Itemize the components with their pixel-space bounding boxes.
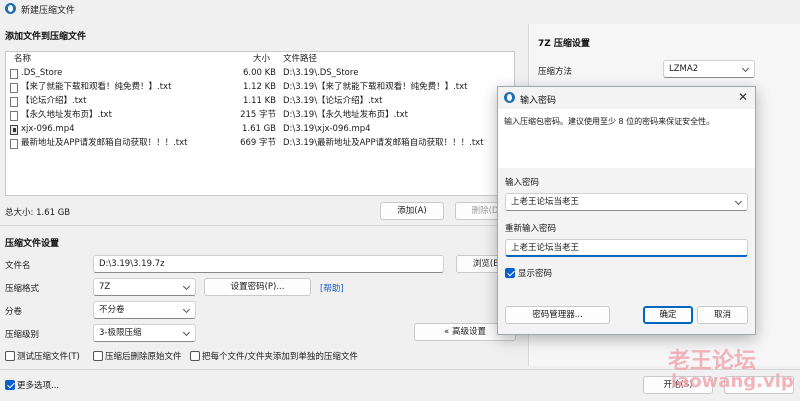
test-archive-checkbox[interactable] (5, 351, 15, 361)
file-icon (10, 139, 18, 149)
file-icon (10, 111, 18, 121)
more-options-checkbox[interactable] (5, 380, 15, 390)
password-dialog: 输入密码 ✕ 输入压缩包密码。建议使用至少 8 位的密码来保证安全性。 输入密码… (497, 86, 756, 335)
file-path: D:\3.19\【来了就能下载和观看！纯免费！】.txt (283, 82, 468, 92)
table-row[interactable]: 【来了就能下载和观看！纯免费！】.txt 1.12 KB D:\3.19\【来了… (6, 81, 514, 94)
file-size: 1.12 KB (242, 82, 276, 92)
password-label: 输入密码 (505, 178, 540, 188)
separate-archives-label: 把每个文件/文件夹添加到单独的压缩文件 (202, 352, 358, 362)
add-button[interactable]: 添加(A) (380, 202, 444, 220)
table-row[interactable]: 【永久地址发布页】.txt 215 字节 D:\3.19\【永久地址发布页】.t… (6, 109, 514, 122)
format-label: 压缩格式 (5, 284, 40, 294)
delete-after-checkbox[interactable] (93, 351, 103, 361)
video-file-icon (10, 125, 18, 135)
file-name: xjx-096.mp4 (21, 124, 75, 134)
app-logo-icon (5, 3, 16, 14)
level-label: 压缩级别 (5, 330, 40, 340)
split-label: 分卷 (5, 307, 23, 317)
files-section-title: 添加文件到压缩文件 (5, 32, 87, 42)
password-manager-button[interactable]: 密码管理器... (505, 306, 610, 324)
window-title: 新建压缩文件 (21, 6, 76, 16)
column-header-path[interactable]: 文件路径 (283, 52, 317, 66)
file-size: 6.00 KB (242, 68, 276, 78)
file-name: 【永久地址发布页】.txt (21, 110, 112, 120)
start-button[interactable]: 开始(S) (643, 376, 713, 394)
show-password-label: 显示密码 (518, 269, 553, 279)
method-select[interactable]: LZMA2 (663, 60, 755, 78)
set-password-button[interactable]: 设置密码(P)... (204, 278, 311, 296)
right-panel-title: 7Z 压缩设置 (538, 39, 590, 49)
file-size: 1.61 GB (241, 124, 276, 134)
total-size: 总大小: 1.61 GB (5, 208, 71, 218)
filename-label: 文件名 (5, 261, 31, 271)
password-input[interactable]: 上老王论坛当老王 (505, 193, 748, 211)
method-label: 压缩方法 (538, 67, 573, 77)
dialog-hint-band: 输入压缩包密码。建议使用至少 8 位的密码来保证安全性。 (498, 109, 755, 168)
file-path: D:\3.19\【永久地址发布页】.txt (283, 110, 408, 120)
table-row[interactable]: 最新地址及APP请发邮箱自动获取！！！.txt 669 字节 D:\3.19\最… (6, 137, 514, 150)
file-name: 最新地址及APP请发邮箱自动获取！！！.txt (21, 138, 188, 148)
file-path: D:\3.19\【论坛介绍】.txt (283, 96, 383, 106)
close-icon[interactable]: ✕ (738, 90, 748, 104)
test-archive-label: 测试压缩文件(T) (17, 352, 80, 362)
dialog-title: 输入密码 (520, 96, 557, 106)
file-name: 【论坛介绍】.txt (21, 96, 87, 106)
dialog-hint: 输入压缩包密码。建议使用至少 8 位的密码来保证安全性。 (504, 117, 715, 126)
file-size: 1.11 KB (242, 96, 276, 106)
file-path: D:\3.19\.DS_Store (283, 68, 359, 78)
cancel-main-button[interactable] (724, 376, 794, 394)
format-select[interactable]: 7Z (93, 278, 196, 296)
table-row[interactable]: 【论坛介绍】.txt 1.11 KB D:\3.19\【论坛介绍】.txt (6, 95, 514, 108)
file-size: 215 字节 (240, 110, 276, 120)
more-options-label: 更多选项... (17, 381, 60, 391)
level-select[interactable]: 3-极限压缩 (93, 324, 196, 342)
help-link[interactable]: [帮助] (320, 282, 344, 294)
separate-archives-checkbox[interactable] (190, 351, 200, 361)
ok-button[interactable]: 确定 (643, 306, 693, 324)
app-logo-icon (504, 92, 515, 103)
file-icon (10, 83, 18, 93)
file-icon (10, 97, 18, 107)
table-row[interactable]: .DS_Store 6.00 KB D:\3.19\.DS_Store (6, 67, 514, 80)
footer-divider (0, 369, 800, 370)
filename-input[interactable]: D:\3.19\3.19.7z (93, 255, 444, 273)
confirm-password-input[interactable]: 上老王论坛当老王 (505, 239, 748, 257)
delete-after-label: 压缩后删除原始文件 (105, 352, 182, 362)
column-header-name[interactable]: 名称 (14, 52, 31, 66)
file-icon (10, 69, 18, 79)
section-divider (0, 225, 528, 226)
confirm-password-label: 重新输入密码 (505, 224, 557, 234)
file-name: .DS_Store (21, 68, 63, 78)
split-select[interactable]: 不分卷 (93, 301, 196, 319)
file-size: 669 字节 (240, 138, 276, 148)
column-header-size[interactable]: 大小 (253, 52, 270, 66)
cancel-button[interactable]: 取消 (697, 306, 748, 324)
settings-section-title: 压缩文件设置 (5, 239, 60, 249)
file-name: 【来了就能下载和观看！纯免费！】.txt (21, 82, 172, 92)
show-password-checkbox[interactable] (505, 268, 515, 278)
title-bar: 新建压缩文件 (0, 0, 800, 17)
file-path: D:\3.19\最新地址及APP请发邮箱自动获取！！！.txt (283, 138, 484, 148)
file-path: D:\3.19\xjx-096.mp4 (283, 124, 371, 134)
table-row[interactable]: xjx-096.mp4 1.61 GB D:\3.19\xjx-096.mp4 (6, 123, 514, 136)
file-list[interactable]: 名称 大小 文件路径 .DS_Store 6.00 KB D:\3.19\.DS… (5, 51, 515, 196)
